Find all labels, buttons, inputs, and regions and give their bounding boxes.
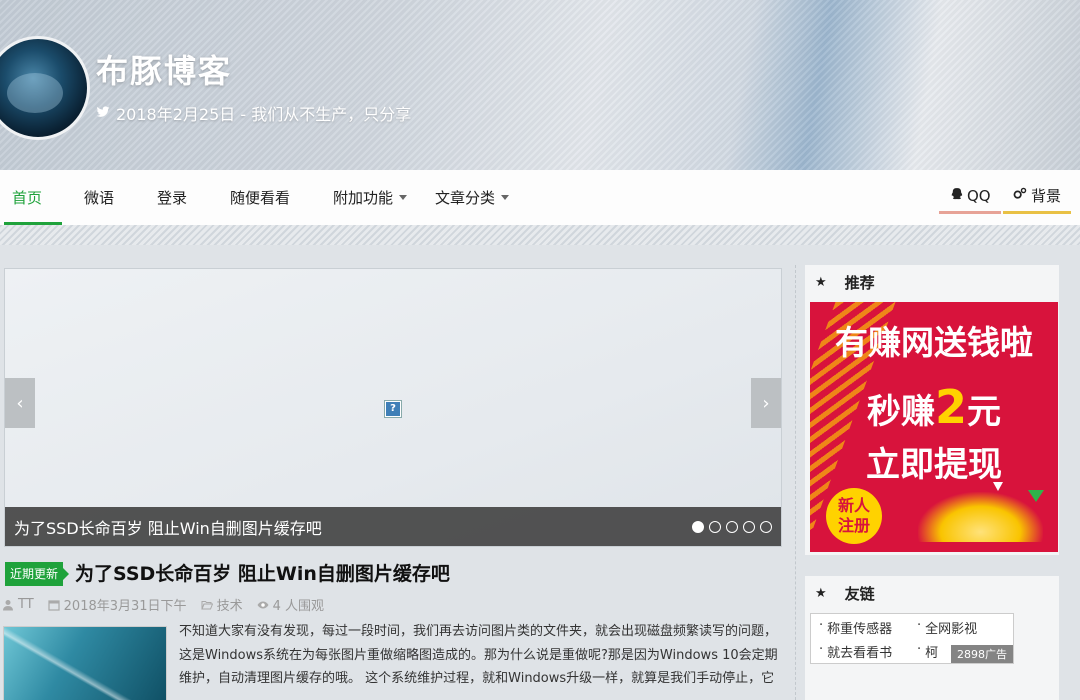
post-category-name: 技术 <box>216 599 243 614</box>
slider-dot[interactable] <box>726 520 738 533</box>
star-icon: ★ <box>815 274 827 290</box>
user-icon <box>3 599 13 610</box>
gears-icon <box>1013 187 1027 205</box>
widget-title: 友链 <box>844 584 875 603</box>
nav-item-weiyu[interactable]: 微语 <box>84 170 114 225</box>
ad-label[interactable]: 2898广告 <box>951 645 1013 663</box>
bullet: · <box>917 642 922 657</box>
avatar[interactable] <box>0 36 90 140</box>
ad-offer-prefix: 秒赚 <box>866 392 935 432</box>
friend-link[interactable]: · 就去看看书 <box>819 642 892 661</box>
friend-links-box: · 称重传感器 · 全网影视 · 就去看看书 · 柯 2898广告 <box>810 613 1014 664</box>
friend-link-label: 柯 <box>925 646 939 661</box>
bullet: · <box>917 618 922 633</box>
widget-title: 推荐 <box>844 273 875 292</box>
post-views-text: 4 人围观 <box>272 599 324 614</box>
nav-label: 登录 <box>157 189 188 207</box>
folder-open-icon <box>200 600 213 609</box>
widget-header: ★ 友链 <box>805 576 1059 610</box>
nav-background-button[interactable]: 背景 <box>1003 180 1072 214</box>
post-author-name: TT <box>18 597 34 612</box>
image-slider[interactable]: ? ‹ › 为了SSD长命百岁 阻止Win自删图片缓存吧 <box>4 268 782 547</box>
friend-link-label: 就去看看书 <box>827 646 893 661</box>
ad-decoration <box>993 482 1003 491</box>
ad-banner[interactable]: 有赚网送钱啦 秒赚2元 立即提现 新人 注册 <box>810 302 1058 552</box>
post-views: 4 人围观 <box>257 595 324 614</box>
ad-badge-line: 注册 <box>837 516 870 535</box>
decorative-stripe <box>0 225 1080 245</box>
widget-friend-links: ★ 友链 · 称重传感器 · 全网影视 · 就去看看书 · 柯 2898广告 <box>805 576 1059 700</box>
qq-icon <box>949 187 963 205</box>
ad-headline: 有赚网送钱啦 <box>835 323 1033 362</box>
widget-recommend: ★ 推荐 有赚网送钱啦 秒赚2元 立即提现 新人 注册 <box>805 265 1059 555</box>
slider-dot[interactable] <box>709 520 721 533</box>
nav-label: 附加功能 <box>333 189 394 207</box>
site-title[interactable]: 布豚博客 <box>96 46 232 92</box>
site-header: 布豚博客 2018年2月25日 - 我们从不生产，只分享 <box>0 0 1080 170</box>
bullet: · <box>819 642 824 657</box>
post-title[interactable]: 为了SSD长命百岁 阻止Win自删图片缓存吧 <box>75 559 450 586</box>
ad-badge-line: 新人 <box>837 496 870 515</box>
slider-next-button[interactable]: › <box>751 378 781 428</box>
post-date-text: 2018年3月31日下午 <box>63 599 187 614</box>
nav-label: 随便看看 <box>230 189 291 207</box>
post-tag-badge: 近期更新 <box>5 562 70 586</box>
widget-header: ★ 推荐 <box>805 265 1059 299</box>
ad-new-user-badge: 新人 注册 <box>826 488 882 544</box>
nav-item-login[interactable]: 登录 <box>157 170 187 225</box>
friend-link-label: 全网影视 <box>925 622 978 637</box>
slider-dots <box>692 520 772 533</box>
slider-dot[interactable] <box>743 520 755 533</box>
post-thumbnail[interactable] <box>3 626 167 700</box>
slider-caption-bar: 为了SSD长命百岁 阻止Win自删图片缓存吧 <box>5 507 781 546</box>
ad-decoration <box>1028 490 1044 502</box>
ad-offer-suffix: 元 <box>967 392 1001 432</box>
nav-background-label: 背景 <box>1031 187 1062 205</box>
ad-offer-amount: 2 <box>934 380 967 434</box>
post-author[interactable]: TT <box>2 597 34 612</box>
friend-link[interactable]: · 称重传感器 <box>819 618 892 637</box>
friend-link-label: 称重传感器 <box>827 622 893 637</box>
post-category[interactable]: 技术 <box>200 595 243 614</box>
nav-item-home[interactable]: 首页 <box>3 170 63 225</box>
chevron-down-icon <box>501 195 510 200</box>
nav-qq-label: QQ <box>967 186 991 205</box>
slider-dot[interactable] <box>760 520 772 533</box>
ad-cta: 立即提现 <box>866 445 1002 485</box>
eye-icon <box>257 601 269 608</box>
slider-dot[interactable] <box>692 520 704 533</box>
calendar-icon <box>48 599 60 611</box>
ad-offer: 秒赚2元 <box>810 380 1058 434</box>
post-excerpt: 不知道大家有没有发现，每过一段时间，我们再去访问图片类的文件夹，就会出现磁盘频繁… <box>179 624 778 686</box>
chevron-down-icon <box>399 195 408 200</box>
sidebar-divider <box>795 265 796 700</box>
twitter-icon <box>96 104 110 123</box>
post-meta: TT 2018年3月31日下午 技术 4 人围观 <box>2 595 324 614</box>
nav-item-categories[interactable]: 文章分类 <box>435 170 510 225</box>
nav-label: 微语 <box>84 189 115 207</box>
friend-link[interactable]: · 柯 <box>917 642 938 661</box>
nav-qq-button[interactable]: QQ <box>939 180 1001 214</box>
slider-prev-button[interactable]: ‹ <box>5 378 35 428</box>
nav-label: 首页 <box>12 189 43 207</box>
friend-link[interactable]: · 全网影视 <box>917 618 977 637</box>
star-icon: ★ <box>815 585 827 601</box>
tagline-text: 2018年2月25日 - 我们从不生产，只分享 <box>116 105 412 124</box>
broken-image-icon: ? <box>384 400 402 418</box>
nav-item-extras[interactable]: 附加功能 <box>333 170 408 225</box>
bullet: · <box>819 618 824 633</box>
site-tagline: 2018年2月25日 - 我们从不生产，只分享 <box>96 101 411 125</box>
slider-caption[interactable]: 为了SSD长命百岁 阻止Win自删图片缓存吧 <box>14 515 322 539</box>
post-date: 2018年3月31日下午 <box>48 595 187 614</box>
gold-coins-image <box>918 492 1043 542</box>
nav-label: 文章分类 <box>435 189 496 207</box>
nav-item-random[interactable]: 随便看看 <box>230 170 290 225</box>
main-nav: 首页 微语 登录 随便看看 附加功能 文章分类 QQ 背景 <box>0 170 1080 225</box>
